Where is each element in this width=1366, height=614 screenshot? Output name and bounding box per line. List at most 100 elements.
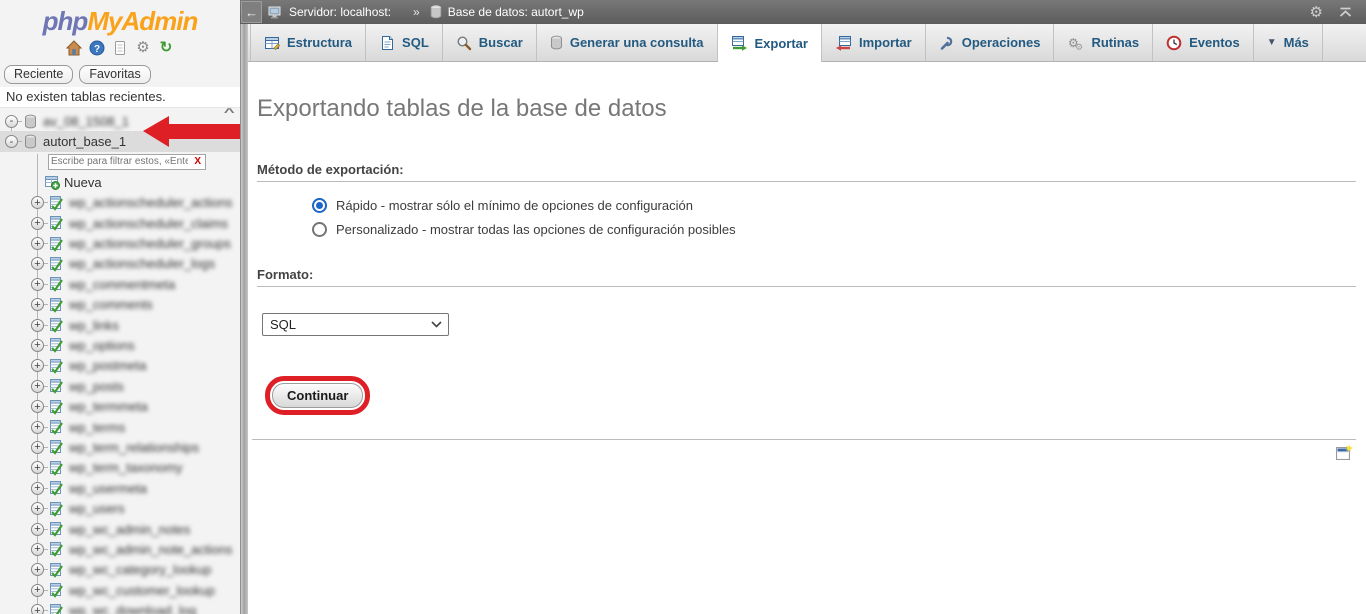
collapse-node-icon[interactable]: - <box>5 135 18 149</box>
tree-item-table[interactable]: + wp_terms <box>0 417 240 437</box>
tab-buscar[interactable]: Buscar <box>443 24 537 61</box>
table-icon <box>48 541 64 558</box>
expand-node-icon[interactable]: + <box>31 338 44 352</box>
expand-node-icon[interactable]: + <box>31 196 44 210</box>
tab-generar-consulta[interactable]: Generar una consulta <box>537 24 718 61</box>
tree-item-table[interactable]: + wp_actionscheduler_groups <box>0 233 240 253</box>
panel-divider[interactable] <box>240 24 248 614</box>
tab-importar[interactable]: Importar <box>822 24 926 61</box>
option-custom[interactable]: Personalizado - mostrar todas las opcion… <box>312 222 1366 237</box>
expand-node-icon[interactable]: + <box>31 216 44 230</box>
expand-node-icon[interactable]: + <box>31 420 44 434</box>
tab-mas[interactable]: ▼ Más <box>1254 24 1323 61</box>
breadcrumb-server-label: Servidor: localhost: <box>289 5 392 19</box>
operations-wrench-icon <box>940 36 952 50</box>
tree-item-table[interactable]: + wp_postmeta <box>0 356 240 376</box>
format-select[interactable]: SQL <box>262 313 449 336</box>
tree-item-table[interactable]: + wp_posts <box>0 376 240 396</box>
table-name: wp_wc_download_log <box>69 603 197 614</box>
expand-node-icon[interactable]: + <box>31 481 44 495</box>
tree-item-table[interactable]: + wp_termmeta <box>0 396 240 416</box>
tree-item-table[interactable]: + wp_actionscheduler_logs <box>0 254 240 274</box>
tab-rutinas[interactable]: ⚙ ⚙ Rutinas <box>1054 24 1154 61</box>
breadcrumb-database[interactable]: Base de datos: autort_wp <box>430 5 584 19</box>
search-icon <box>457 35 471 50</box>
hide-navigation-button[interactable]: ← <box>241 1 262 23</box>
database-tree: ^ - av_08_1508_1 - autort_base_1 Escribe… <box>0 107 240 614</box>
tree-item-table[interactable]: + wp_term_relationships <box>0 437 240 457</box>
tree-item-table[interactable]: + wp_wc_admin_note_actions <box>0 539 240 559</box>
refresh-icon[interactable]: ↻ <box>158 40 174 56</box>
tab-estructura[interactable]: Estructura <box>250 24 367 61</box>
phpmyadmin-app: phpMyAdmin ? ⚙ ↻ Reciente Favoritas No e… <box>0 0 1366 614</box>
expand-node-icon[interactable]: + <box>31 563 44 577</box>
tree-item-table[interactable]: + wp_wc_admin_notes <box>0 519 240 539</box>
tree-item-database-autort-base-1[interactable]: - autort_base_1 <box>0 131 240 152</box>
help-icon[interactable]: ? <box>89 40 105 56</box>
expand-node-icon[interactable]: + <box>31 298 44 312</box>
tree-item-table[interactable]: + wp_links <box>0 315 240 335</box>
tree-item-table[interactable]: + wp_comments <box>0 295 240 315</box>
radio-quick[interactable] <box>312 198 327 213</box>
collapse-top-icon[interactable] <box>1339 7 1352 18</box>
favorite-tables-select[interactable]: Favoritas <box>79 65 151 84</box>
routines-gears-icon: ⚙⚙ <box>1068 36 1083 51</box>
tab-sql[interactable]: SQL <box>366 24 443 61</box>
expand-node-icon[interactable]: + <box>31 359 44 373</box>
tree-item-table[interactable]: + wp_term_taxonomy <box>0 458 240 478</box>
database-tabs: Estructura SQL Buscar Generar una consul… <box>248 24 1366 62</box>
table-icon <box>48 337 64 354</box>
expand-node-icon[interactable]: + <box>31 400 44 414</box>
tree-item-table[interactable]: + wp_usermeta <box>0 478 240 498</box>
table-icon <box>48 378 64 394</box>
home-icon[interactable] <box>66 40 82 56</box>
table-filter-input[interactable] <box>49 156 191 168</box>
tree-item-table[interactable]: + wp_actionscheduler_claims <box>0 213 240 233</box>
expand-node-icon[interactable]: + <box>31 604 44 614</box>
tree-item-table[interactable]: + wp_wc_customer_lookup <box>0 580 240 600</box>
expand-node-icon[interactable]: + <box>31 277 44 291</box>
table-icon <box>48 358 64 374</box>
expand-node-icon[interactable]: + <box>31 522 44 536</box>
open-new-window-icon[interactable] <box>1335 444 1353 462</box>
expand-node-icon[interactable]: + <box>31 440 44 454</box>
tab-exportar[interactable]: Exportar <box>717 24 822 62</box>
tree-item-table[interactable]: + wp_wc_download_log <box>0 600 240 614</box>
tree-item-table[interactable]: + wp_commentmeta <box>0 274 240 294</box>
logo-php: php <box>42 6 89 36</box>
tree-item-table[interactable]: + wp_users <box>0 498 240 518</box>
expand-node-icon[interactable]: + <box>31 502 44 516</box>
table-list: + wp_actionscheduler_actions + wp_action… <box>0 193 240 614</box>
section-divider <box>252 439 1356 440</box>
tab-operaciones[interactable]: Operaciones <box>926 24 1055 61</box>
tab-eventos[interactable]: Eventos <box>1153 24 1254 61</box>
collapse-node-icon[interactable]: - <box>5 114 18 128</box>
continue-button[interactable]: Continuar <box>272 383 364 408</box>
docs-icon[interactable] <box>112 40 128 56</box>
tree-item-table[interactable]: + wp_actionscheduler_actions <box>0 193 240 213</box>
page-settings-icon[interactable]: ⚙ <box>1310 3 1323 21</box>
option-quick[interactable]: Rápido - mostrar sólo el mínimo de opcio… <box>312 198 1366 213</box>
radio-custom[interactable] <box>312 222 327 237</box>
tree-item-table[interactable]: + wp_options <box>0 335 240 355</box>
settings-icon[interactable]: ⚙ <box>135 40 151 56</box>
recent-tables-select[interactable]: Reciente <box>4 65 74 84</box>
breadcrumb-server[interactable]: Servidor: localhost: <box>268 5 391 19</box>
tree-item-table[interactable]: + wp_wc_category_lookup <box>0 560 240 580</box>
expand-node-icon[interactable]: + <box>31 461 44 475</box>
expand-node-icon[interactable]: + <box>31 237 44 251</box>
tree-item-new-table[interactable]: Nueva <box>0 172 240 192</box>
phpmyadmin-logo[interactable]: phpMyAdmin <box>0 0 240 36</box>
expand-node-icon[interactable]: + <box>31 583 44 597</box>
expand-node-icon[interactable]: + <box>31 257 44 271</box>
clear-filter-button[interactable]: X <box>190 156 205 167</box>
database-name: autort_base_1 <box>43 134 127 150</box>
expand-node-icon[interactable]: + <box>31 318 44 332</box>
format-select-wrap: SQL <box>262 313 449 336</box>
expand-node-icon[interactable]: + <box>31 542 44 556</box>
table-name: wp_posts <box>69 378 124 394</box>
tree-item-database[interactable]: - av_08_1508_1 <box>0 111 240 131</box>
svg-text:⚙: ⚙ <box>1075 43 1083 51</box>
table-icon <box>48 582 64 598</box>
expand-node-icon[interactable]: + <box>31 379 44 393</box>
